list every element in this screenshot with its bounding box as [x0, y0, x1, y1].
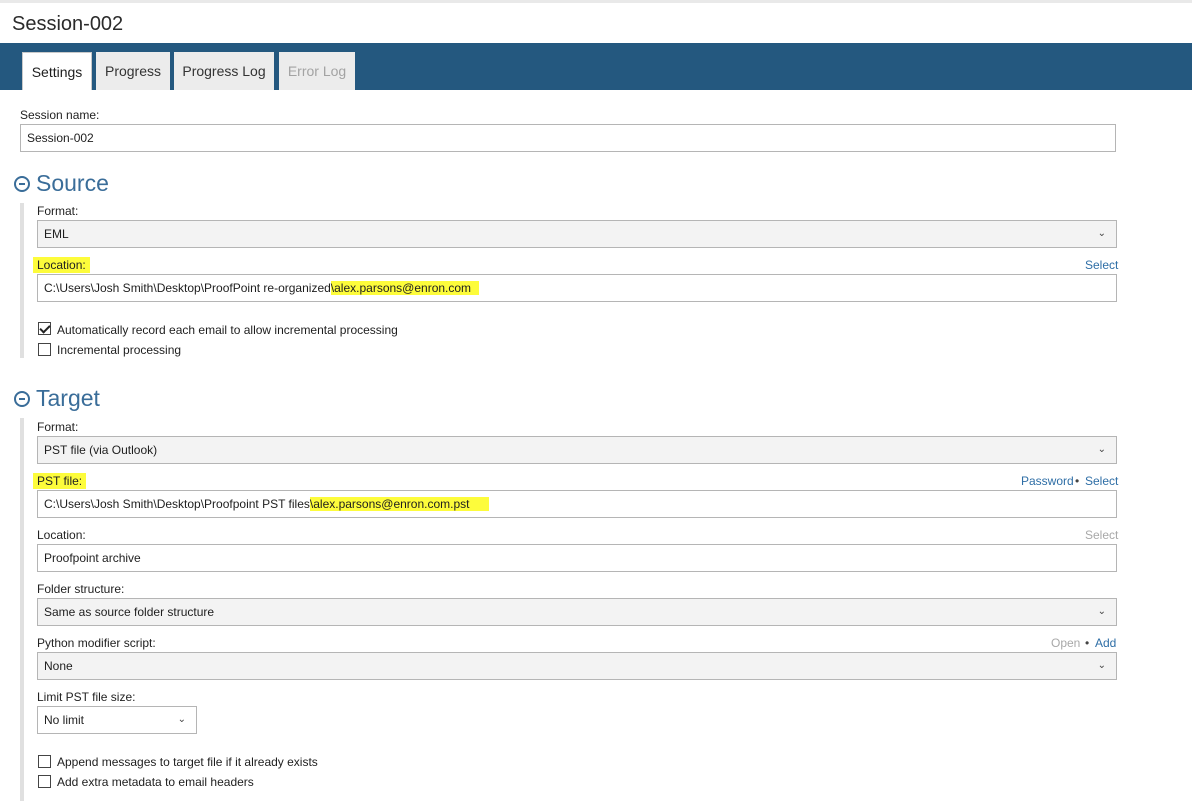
chevron-down-icon: ⌄ — [1097, 228, 1106, 239]
pst-select-link[interactable]: Select — [1085, 474, 1118, 488]
source-section-bar — [20, 203, 24, 358]
incremental-label: Incremental processing — [57, 343, 182, 357]
collapse-icon[interactable] — [14, 390, 30, 407]
folder-structure-value: Same as source folder structure — [44, 605, 215, 619]
target-format-label: Format: — [37, 420, 79, 434]
python-script-select[interactable]: None ⌄ — [37, 652, 1117, 680]
pst-file-highlight: \alex.parsons@enron.com.pst — [309, 497, 490, 511]
target-section-bar — [20, 418, 24, 801]
source-location-label: Location: — [33, 257, 90, 273]
target-section-header[interactable]: Target — [14, 385, 100, 412]
window-title: Session-002 — [12, 13, 124, 35]
pst-file-path: C:\Users\Josh Smith\Desktop\Proofpoint P… — [44, 497, 310, 511]
source-location-path: C:\Users\Josh Smith\Desktop\ProofPoint r… — [44, 281, 331, 295]
chevron-down-icon: ⌄ — [1097, 660, 1106, 671]
window-top-border — [0, 0, 1192, 3]
target-location-input[interactable]: Proofpoint archive — [37, 544, 1117, 572]
python-script-value: None — [44, 659, 73, 673]
source-heading: Source — [36, 170, 109, 196]
extra-metadata-label: Add extra metadata to email headers — [57, 775, 254, 789]
target-location-select-link[interactable]: Select — [1085, 528, 1118, 542]
append-label: Append messages to target file if it alr… — [57, 755, 318, 769]
auto-record-checkbox[interactable] — [38, 322, 51, 335]
chevron-down-icon: ⌄ — [177, 714, 186, 725]
chevron-down-icon: ⌄ — [1097, 606, 1106, 617]
source-location-select-link[interactable]: Select — [1085, 258, 1118, 272]
python-open-link[interactable]: Open — [1051, 636, 1080, 650]
source-format-label: Format: — [37, 204, 79, 218]
session-name-label: Session name: — [20, 108, 100, 122]
tab-settings[interactable]: Settings — [22, 52, 92, 90]
tab-progress-log[interactable]: Progress Log — [174, 52, 274, 90]
folder-structure-select[interactable]: Same as source folder structure ⌄ — [37, 598, 1117, 626]
tab-error-log[interactable]: Error Log — [279, 52, 355, 90]
python-script-label: Python modifier script: — [37, 636, 156, 650]
source-format-select[interactable]: EML ⌄ — [37, 220, 1117, 248]
pst-password-link[interactable]: Password — [1021, 474, 1074, 488]
link-separator: • — [1075, 474, 1080, 488]
tab-bar: Settings Progress Progress Log Error Log — [0, 43, 1192, 90]
collapse-icon[interactable] — [14, 175, 30, 192]
session-name-input[interactable]: Session-002 — [20, 124, 1116, 152]
limit-size-label: Limit PST file size: — [37, 690, 136, 704]
source-section-header[interactable]: Source — [14, 170, 109, 197]
target-heading: Target — [36, 385, 100, 411]
python-add-link[interactable]: Add — [1095, 636, 1116, 650]
chevron-down-icon: ⌄ — [1097, 444, 1106, 455]
source-location-input[interactable]: C:\Users\Josh Smith\Desktop\ProofPoint r… — [37, 274, 1117, 302]
tab-progress[interactable]: Progress — [96, 52, 170, 90]
limit-size-value: No limit — [44, 713, 85, 727]
link-separator: • — [1085, 636, 1090, 650]
extra-metadata-checkbox[interactable] — [38, 775, 51, 788]
append-checkbox[interactable] — [38, 755, 51, 768]
target-location-label: Location: — [37, 528, 86, 542]
pst-file-input[interactable]: C:\Users\Josh Smith\Desktop\Proofpoint P… — [37, 490, 1117, 518]
pst-file-label: PST file: — [33, 473, 87, 489]
limit-size-select[interactable]: No limit ⌄ — [37, 706, 197, 734]
folder-structure-label: Folder structure: — [37, 582, 125, 596]
target-format-select[interactable]: PST file (via Outlook) ⌄ — [37, 436, 1117, 464]
source-format-value: EML — [44, 227, 69, 241]
incremental-checkbox[interactable] — [38, 343, 51, 356]
source-location-highlight: \alex.parsons@enron.com — [330, 281, 480, 295]
target-format-value: PST file (via Outlook) — [44, 443, 158, 457]
auto-record-label: Automatically record each email to allow… — [57, 323, 398, 337]
